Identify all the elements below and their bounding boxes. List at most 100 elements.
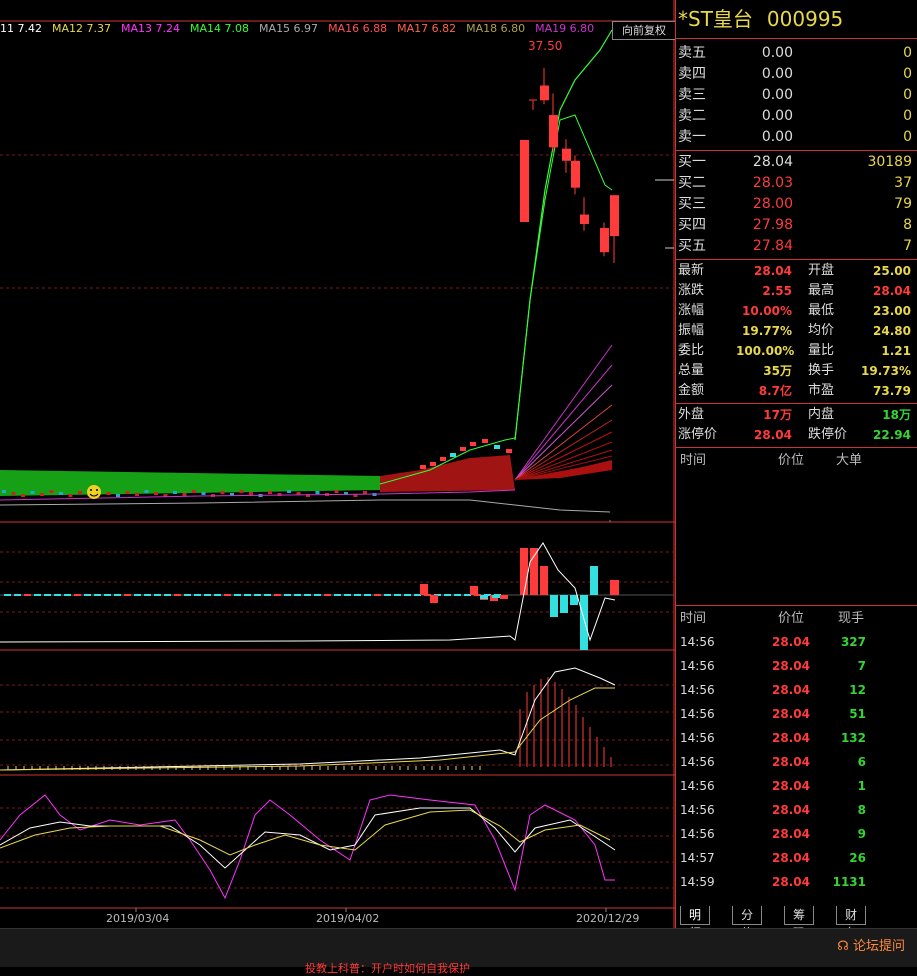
kline-chart[interactable]: 37.50 2019/03/04 2019/04/02 2020/12/29 (0, 0, 675, 928)
small-candle (201, 492, 206, 495)
ask-row[interactable]: 卖一 0.00 0 (676, 127, 917, 148)
small-candle (11, 492, 16, 495)
macd-bar (144, 594, 151, 596)
small-candle (239, 490, 244, 493)
stat-row: 最新 28.04 开盘 25.00 (676, 261, 917, 281)
kdj-k (0, 807, 616, 869)
stat-value: 73.79 (873, 384, 911, 398)
macd-bar (560, 595, 568, 613)
tab-3[interactable]: 财务 (836, 906, 867, 940)
smiley-icon-eye (90, 489, 92, 491)
tab-1[interactable]: 分价 (732, 906, 763, 940)
ask-row[interactable]: 卖五 0.00 0 (676, 43, 917, 64)
forum-button[interactable]: ☊ 论坛提问 (837, 935, 905, 954)
level-price: 27.84 (752, 238, 793, 254)
stock-name: *ST皇台 (678, 7, 753, 31)
ask-row[interactable]: 卖三 0.00 0 (676, 85, 917, 106)
tab-2[interactable]: 筹码 (784, 906, 815, 940)
small-candle (420, 465, 426, 469)
macd-bar (530, 548, 538, 595)
ask-row[interactable]: 卖四 0.00 0 (676, 64, 917, 85)
stat-label: 总量 (678, 363, 705, 378)
small-candle (2, 490, 6, 493)
macd-bar (184, 594, 191, 596)
ma-legend-item: MA12 7.37 (52, 22, 112, 35)
macd-bar (204, 594, 211, 596)
macd-bar (34, 594, 41, 596)
level-volume: 8 (903, 217, 912, 233)
small-candle (287, 490, 291, 493)
kline-chart-area[interactable]: 37.50 2019/03/04 2019/04/02 2020/12/29 11 7… (0, 0, 676, 928)
macd-bar (580, 595, 588, 650)
trade-volume: 6 (857, 755, 866, 769)
macd-bar (264, 594, 271, 596)
headset-icon: ☊ (837, 939, 849, 954)
ask-book: 卖五 0.00 0 卖四 0.00 0 卖三 0.00 0 卖二 0.00 0 卖一 0… (676, 39, 917, 151)
macd-bar (550, 595, 558, 617)
trades-header: 时间 价位 现手 (680, 611, 865, 626)
macd-bar (164, 594, 171, 596)
small-candle (220, 491, 225, 494)
stat-value: 17万 (763, 408, 792, 422)
small-candle (268, 491, 272, 494)
macd-bar (244, 594, 251, 596)
stat-row: 涨跌 2.55 最高 28.04 (676, 281, 917, 301)
ma-band-green (0, 470, 380, 496)
stat-label: 最低 (808, 303, 835, 318)
level-price: 0.00 (761, 129, 793, 145)
bid-row[interactable]: 买二 28.03 37 (676, 173, 917, 194)
small-candle (315, 491, 320, 494)
forward-adjust-button[interactable]: 向前复权 (612, 21, 676, 40)
stat-value: 19.77% (742, 324, 792, 338)
macd-bar (344, 594, 351, 596)
trade-time: 14:56 (680, 707, 715, 721)
trade-volume: 132 (840, 731, 866, 745)
macd-bar (414, 594, 421, 596)
stat-label: 涨幅 (678, 303, 705, 318)
small-candle (68, 494, 73, 497)
stat-value: 35万 (763, 364, 792, 378)
stat-row: 总量 35万 换手 19.73% (676, 361, 917, 381)
macd-bar (314, 594, 321, 596)
macd-bar (540, 566, 548, 595)
candle-body (571, 160, 580, 188)
level-volume: 0 (903, 108, 912, 124)
macd-bar (394, 594, 401, 596)
level-price: 0.00 (761, 66, 793, 82)
macd-bar (44, 594, 51, 596)
stock-title: *ST皇台 000995 (676, 0, 917, 39)
level-label: 卖五 (678, 45, 706, 61)
small-candle (334, 490, 339, 493)
ma-legend-item: MA16 6.88 (328, 22, 388, 35)
bid-row[interactable]: 买五 27.84 7 (676, 236, 917, 257)
level-price: 28.04 (752, 154, 793, 170)
ma-legend-item: MA14 7.08 (190, 22, 250, 35)
level-label: 买五 (678, 238, 706, 254)
trade-row: 14:56 28.04 9 (676, 822, 917, 846)
level-volume: 37 (894, 175, 912, 191)
stat-label: 开盘 (808, 263, 835, 278)
level-price: 0.00 (761, 108, 793, 124)
stat-value: 100.00% (736, 344, 795, 358)
news-ticker[interactable]: 投教上科普：开户时如何自我保护 (305, 960, 470, 976)
stat-row: 涨幅 10.00% 最低 23.00 (676, 301, 917, 321)
trade-price: 28.04 (772, 851, 810, 865)
macd-bar (470, 586, 478, 595)
small-candle (506, 449, 512, 453)
bid-row[interactable]: 买三 28.00 79 (676, 194, 917, 215)
ask-row[interactable]: 卖二 0.00 0 (676, 106, 917, 127)
macd-bar (134, 594, 141, 596)
small-candle (106, 492, 111, 495)
ma-legend: 11 7.42 MA12 7.37 MA13 7.24 MA14 7.08 MA15 6… (0, 22, 610, 38)
level-volume: 7 (903, 238, 912, 254)
small-candle (116, 494, 120, 497)
tab-0[interactable]: 明细 (680, 906, 711, 940)
trade-time: 14:56 (680, 683, 715, 697)
small-candle (144, 490, 149, 493)
bid-row[interactable]: 买一 28.04 30189 (676, 152, 917, 173)
macd-bar (500, 595, 508, 599)
bid-row[interactable]: 买四 27.98 8 (676, 215, 917, 236)
macd-bar (24, 594, 31, 596)
macd-bar (384, 594, 391, 596)
macd-bar (492, 595, 500, 598)
